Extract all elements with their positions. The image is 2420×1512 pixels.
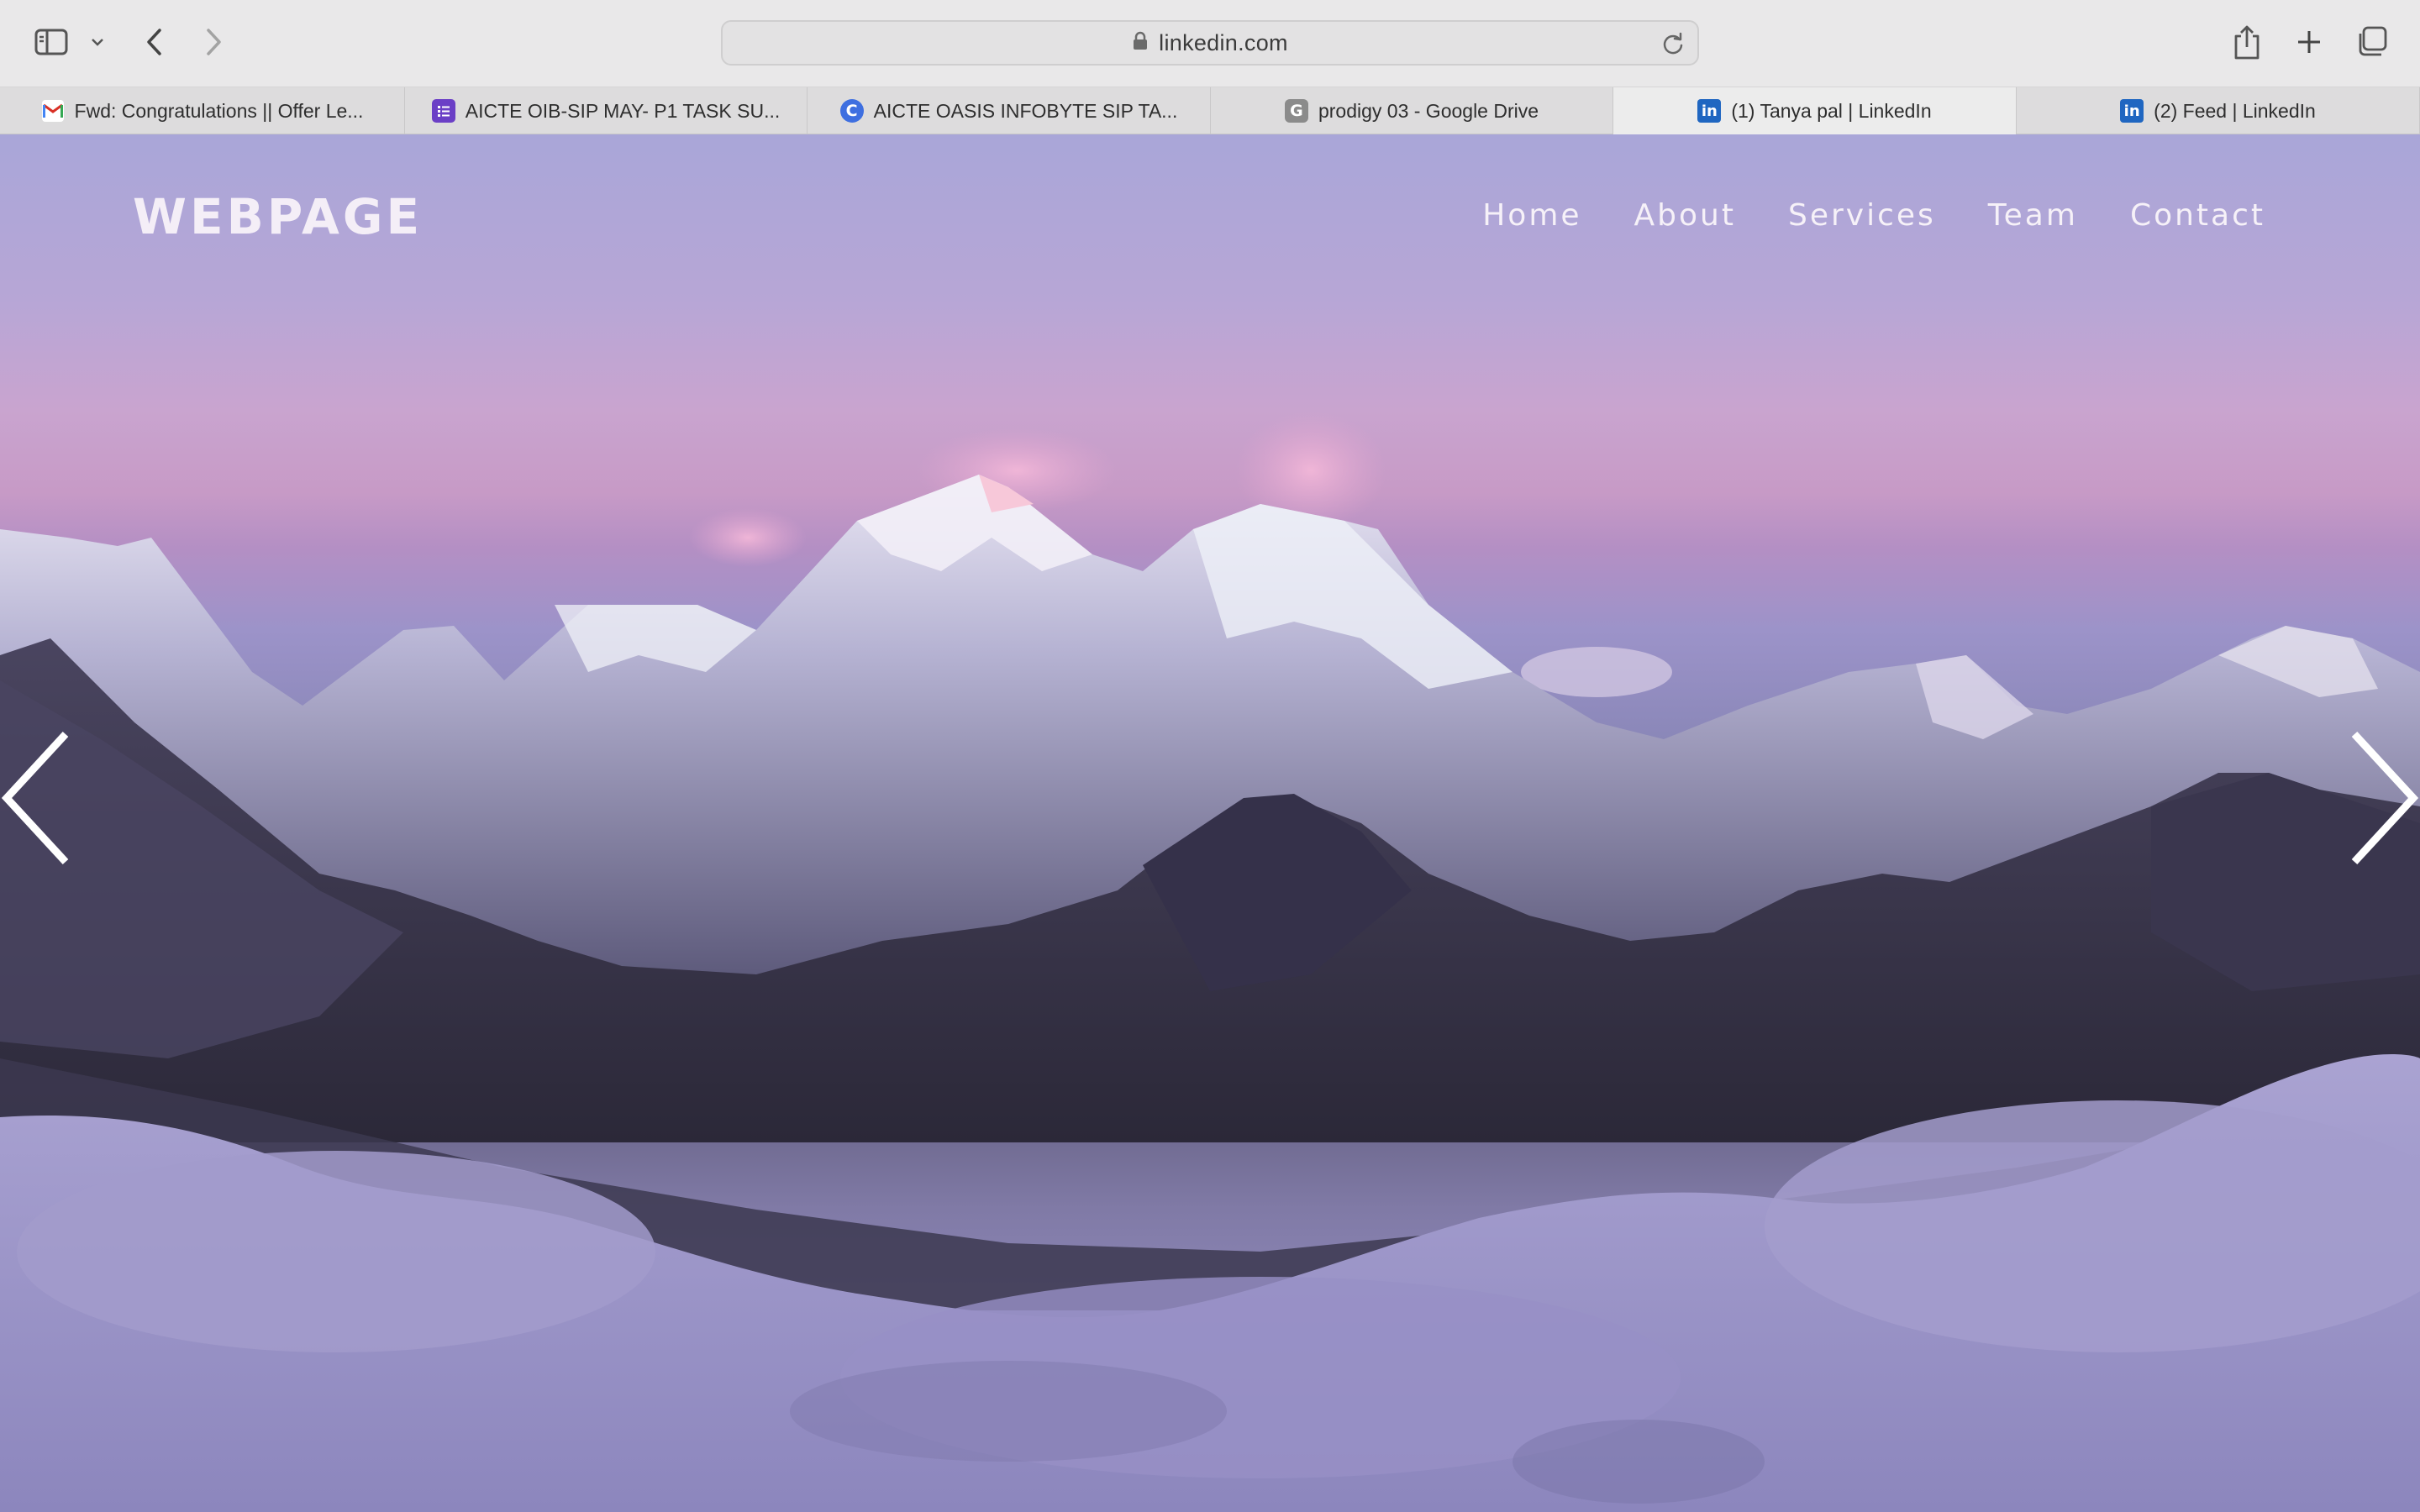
g-logo-icon: G (1284, 99, 1308, 123)
nav-contact-link[interactable]: Contact (2130, 198, 2265, 233)
linkedin-icon: in (2120, 99, 2144, 123)
gmail-icon (40, 99, 65, 123)
tab-overview-icon[interactable] (2353, 24, 2390, 60)
back-arrow-icon[interactable] (139, 24, 170, 60)
tab-label: (1) Tanya pal | LinkedIn (1731, 99, 1932, 122)
site-logo[interactable]: WEBPAGE (133, 188, 423, 245)
tab-strip: Fwd: Congratulations || Offer Le... AICT… (0, 87, 2420, 134)
linkedin-icon: in (1697, 99, 1722, 123)
c-logo-icon: C (839, 99, 864, 123)
share-icon[interactable] (2228, 22, 2265, 62)
nav-services-link[interactable]: Services (1788, 198, 1936, 233)
slider-next-arrow-icon[interactable] (2344, 722, 2420, 874)
forward-arrow-icon[interactable] (198, 24, 229, 60)
tab-label: AICTE OASIS INFOBYTE SIP TA... (873, 99, 1178, 122)
address-text: linkedin.com (1159, 29, 1288, 55)
tab-label: AICTE OIB-SIP MAY- P1 TASK SU... (465, 99, 781, 122)
tab-linkedin-profile[interactable]: in (1) Tanya pal | LinkedIn (1613, 87, 2017, 134)
tab-oasis[interactable]: C AICTE OASIS INFOBYTE SIP TA... (808, 87, 1211, 134)
tab-label: Fwd: Congratulations || Offer Le... (74, 99, 364, 122)
sidebar-toggle-icon[interactable] (32, 25, 71, 59)
tab-label: prodigy 03 - Google Drive (1318, 99, 1539, 122)
slider-prev-arrow-icon[interactable] (0, 722, 76, 874)
tab-google-drive[interactable]: G prodigy 03 - Google Drive (1211, 87, 1613, 134)
nav-home-link[interactable]: Home (1482, 198, 1581, 233)
tab-gmail[interactable]: Fwd: Congratulations || Offer Le... (0, 87, 405, 134)
tab-forms[interactable]: AICTE OIB-SIP MAY- P1 TASK SU... (405, 87, 808, 134)
lock-icon (1132, 31, 1149, 55)
site-nav: Home About Services Team Contact (1482, 198, 2265, 233)
chevron-down-icon[interactable] (87, 30, 108, 54)
reload-icon[interactable] (1660, 32, 1686, 57)
browser-toolbar: linkedin.com (0, 0, 2420, 87)
nav-about-link[interactable]: About (1634, 198, 1736, 233)
forms-icon (431, 99, 455, 123)
new-tab-plus-icon[interactable] (2291, 24, 2328, 60)
address-bar[interactable]: linkedin.com (721, 20, 1699, 66)
nav-team-link[interactable]: Team (1988, 198, 2078, 233)
tab-linkedin-feed[interactable]: in (2) Feed | LinkedIn (2017, 87, 2420, 134)
page-viewport: WEBPAGE Home About Services Team Contact (0, 134, 2420, 1512)
mountain-background-image (0, 412, 2420, 1512)
tab-label: (2) Feed | LinkedIn (2154, 99, 2316, 122)
